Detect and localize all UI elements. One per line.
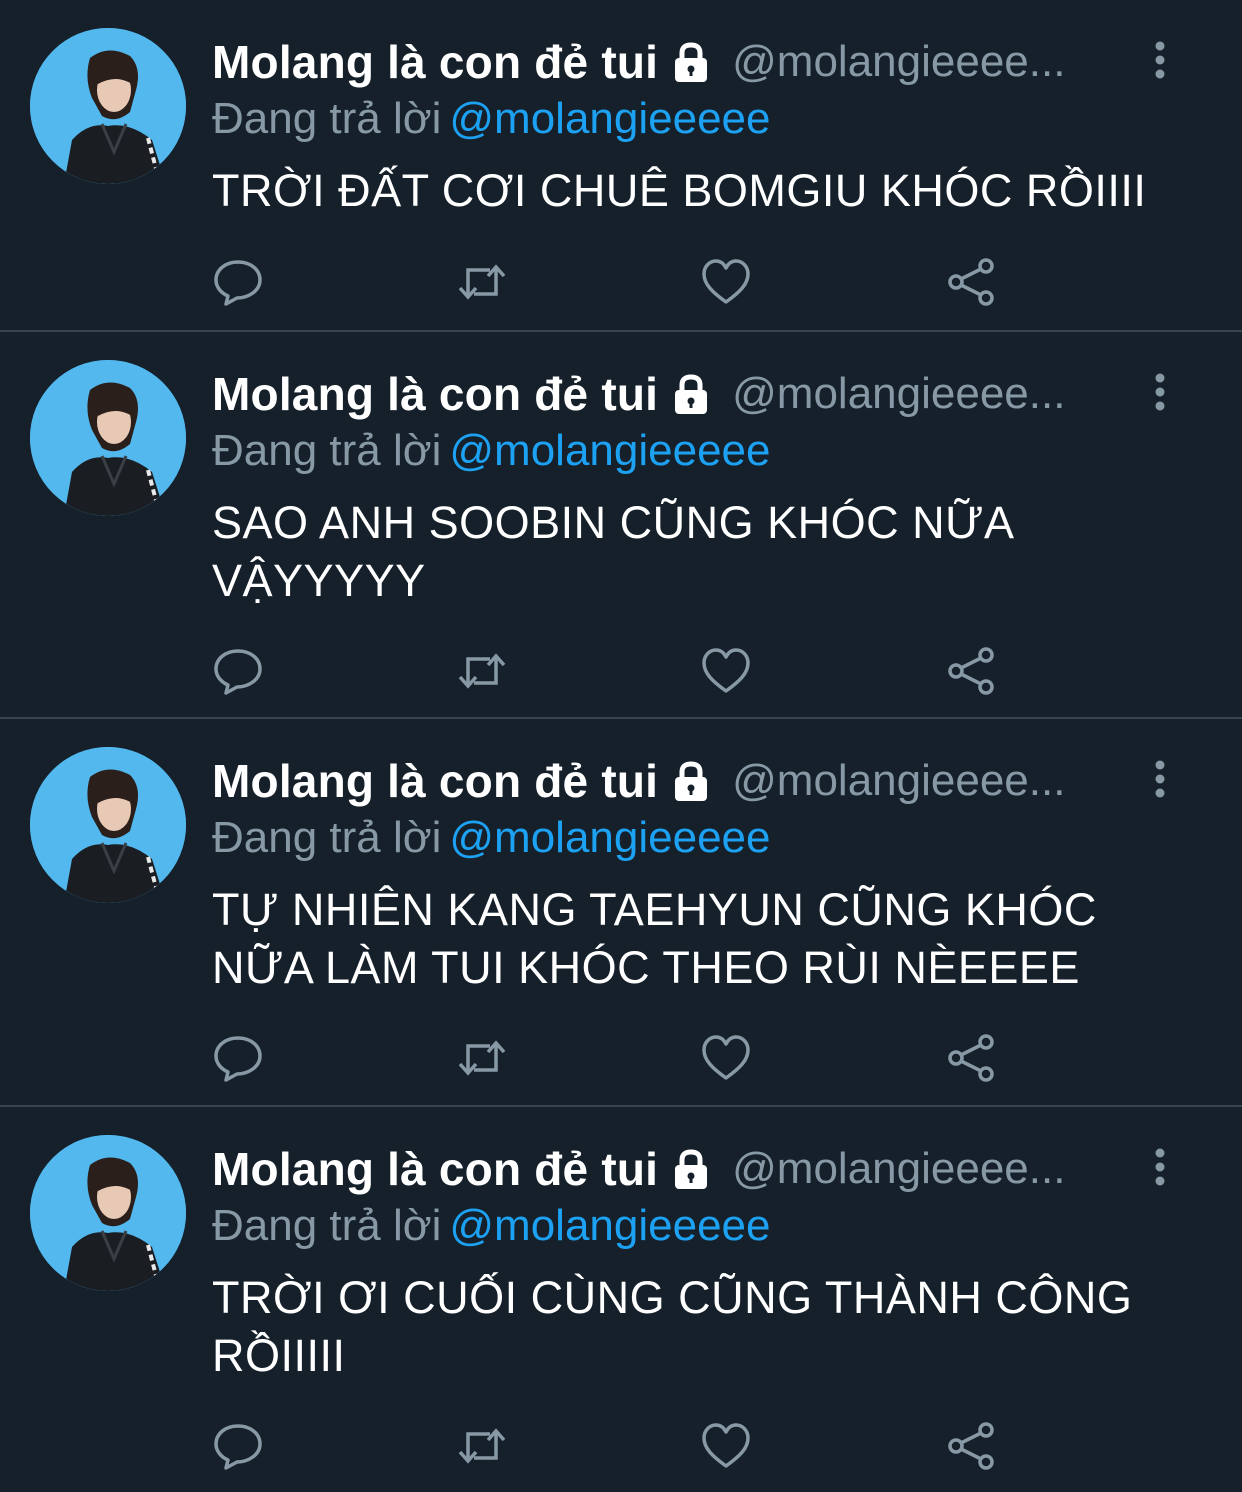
- replying-prefix: Đang trả lời: [212, 1201, 442, 1250]
- reply-icon[interactable]: [212, 256, 264, 308]
- share-icon[interactable]: [946, 645, 998, 697]
- user-handle[interactable]: @molangieeee...: [732, 756, 1065, 806]
- tweet-actions: [212, 256, 1012, 308]
- more-vertical-icon[interactable]: [1148, 1147, 1172, 1187]
- replying-prefix: Đang trả lời: [212, 813, 442, 862]
- tweet-header: Molang là con đẻ tui @molangieeee...: [212, 753, 1065, 809]
- reply-mention-link[interactable]: @molangieeeee: [449, 94, 770, 143]
- lock-icon: [668, 371, 714, 417]
- user-handle[interactable]: @molangieeee...: [732, 37, 1065, 87]
- tweet-text: SAO ANH SOOBIN CŨNG KHÓC NỮA VẬYYYYY: [212, 497, 1013, 606]
- display-name[interactable]: Molang là con đẻ tui: [212, 754, 658, 808]
- share-icon[interactable]: [946, 1420, 998, 1472]
- reply-icon[interactable]: [212, 1032, 264, 1084]
- tweet-actions: [212, 1032, 1012, 1084]
- replying-to: Đang trả lời @molangieeeee: [212, 426, 771, 476]
- replying-prefix: Đang trả lời: [212, 426, 442, 475]
- share-icon[interactable]: [946, 256, 998, 308]
- tweet-text: TRỜI ƠI CUỐI CÙNG CŨNG THÀNH CÔNG RỒIIII…: [212, 1272, 1133, 1381]
- tweet-header: Molang là con đẻ tui @molangieeee...: [212, 366, 1065, 422]
- replying-to: Đang trả lời @molangieeeee: [212, 1201, 771, 1251]
- tweet-actions: [212, 645, 1012, 697]
- tweet[interactable]: Molang là con đẻ tui @molangieeee... Đan…: [0, 1105, 1242, 1492]
- display-name[interactable]: Molang là con đẻ tui: [212, 367, 658, 421]
- avatar-image: [30, 1135, 186, 1291]
- avatar-image: [30, 747, 186, 903]
- user-handle[interactable]: @molangieeee...: [732, 1144, 1065, 1194]
- tweet-actions: [212, 1420, 1012, 1472]
- avatar[interactable]: [30, 747, 186, 903]
- lock-icon: [668, 1146, 714, 1192]
- avatar-image: [30, 360, 186, 516]
- tweet[interactable]: Molang là con đẻ tui @molangieeee... Đan…: [0, 717, 1242, 1107]
- retweet-icon[interactable]: [456, 1420, 508, 1472]
- tweet-text: TRỜI ĐẤT CƠI CHUÊ BOMGIU KHÓC RỒIIII: [212, 165, 1147, 216]
- retweet-icon[interactable]: [456, 1032, 508, 1084]
- share-icon[interactable]: [946, 1032, 998, 1084]
- more-vertical-icon[interactable]: [1148, 759, 1172, 799]
- reply-mention-link[interactable]: @molangieeeee: [449, 813, 770, 862]
- reply-mention-link[interactable]: @molangieeeee: [449, 426, 770, 475]
- reply-icon[interactable]: [212, 645, 264, 697]
- tweet-header: Molang là con đẻ tui @molangieeee...: [212, 1141, 1065, 1197]
- more-vertical-icon[interactable]: [1148, 40, 1172, 80]
- avatar[interactable]: [30, 28, 186, 184]
- retweet-icon[interactable]: [456, 645, 508, 697]
- reply-icon[interactable]: [212, 1420, 264, 1472]
- heart-icon[interactable]: [700, 256, 752, 308]
- retweet-icon[interactable]: [456, 256, 508, 308]
- replying-to: Đang trả lời @molangieeeee: [212, 94, 771, 144]
- reply-mention-link[interactable]: @molangieeeee: [449, 1201, 770, 1250]
- more-vertical-icon[interactable]: [1148, 372, 1172, 412]
- avatar-image: [30, 28, 186, 184]
- heart-icon[interactable]: [700, 645, 752, 697]
- display-name[interactable]: Molang là con đẻ tui: [212, 35, 658, 89]
- replying-prefix: Đang trả lời: [212, 94, 442, 143]
- lock-icon: [668, 758, 714, 804]
- user-handle[interactable]: @molangieeee...: [732, 369, 1065, 419]
- display-name[interactable]: Molang là con đẻ tui: [212, 1142, 658, 1196]
- lock-icon: [668, 39, 714, 85]
- avatar[interactable]: [30, 360, 186, 516]
- tweet-header: Molang là con đẻ tui @molangieeee...: [212, 34, 1065, 90]
- tweet[interactable]: Molang là con đẻ tui @molangieeee... Đan…: [0, 330, 1242, 719]
- heart-icon[interactable]: [700, 1032, 752, 1084]
- tweet-text: TỰ NHIÊN KANG TAEHYUN CŨNG KHÓC NỮA LÀM …: [212, 884, 1097, 993]
- heart-icon[interactable]: [700, 1420, 752, 1472]
- tweet-feed: Molang là con đẻ tui @molangieeee... Đan…: [0, 0, 1242, 1492]
- replying-to: Đang trả lời @molangieeeee: [212, 813, 771, 863]
- avatar[interactable]: [30, 1135, 186, 1291]
- tweet[interactable]: Molang là con đẻ tui @molangieeee... Đan…: [0, 0, 1242, 332]
